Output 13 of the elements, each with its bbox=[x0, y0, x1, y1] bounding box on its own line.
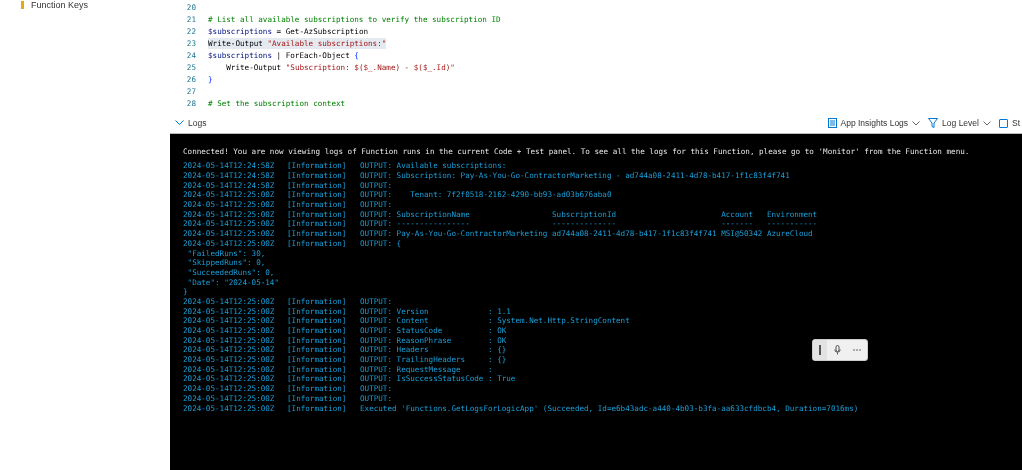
chevron-down-icon bbox=[912, 120, 921, 126]
list-icon bbox=[827, 118, 837, 128]
microphone-icon bbox=[833, 345, 841, 355]
cursor-bar-icon bbox=[819, 345, 821, 355]
filter-icon bbox=[928, 118, 939, 128]
logs-title[interactable]: Logs bbox=[188, 118, 207, 128]
chevron-down-icon[interactable] bbox=[175, 120, 184, 126]
chevron-down-icon bbox=[982, 120, 991, 126]
checkbox-label: St bbox=[1011, 118, 1020, 128]
dropdown-label[interactable]: App Insights Logs bbox=[840, 118, 909, 128]
sidebar-item[interactable]: Function Keys bbox=[31, 0, 89, 10]
dropdown-label[interactable]: Log Level bbox=[942, 118, 979, 128]
checkbox[interactable] bbox=[998, 118, 1008, 128]
